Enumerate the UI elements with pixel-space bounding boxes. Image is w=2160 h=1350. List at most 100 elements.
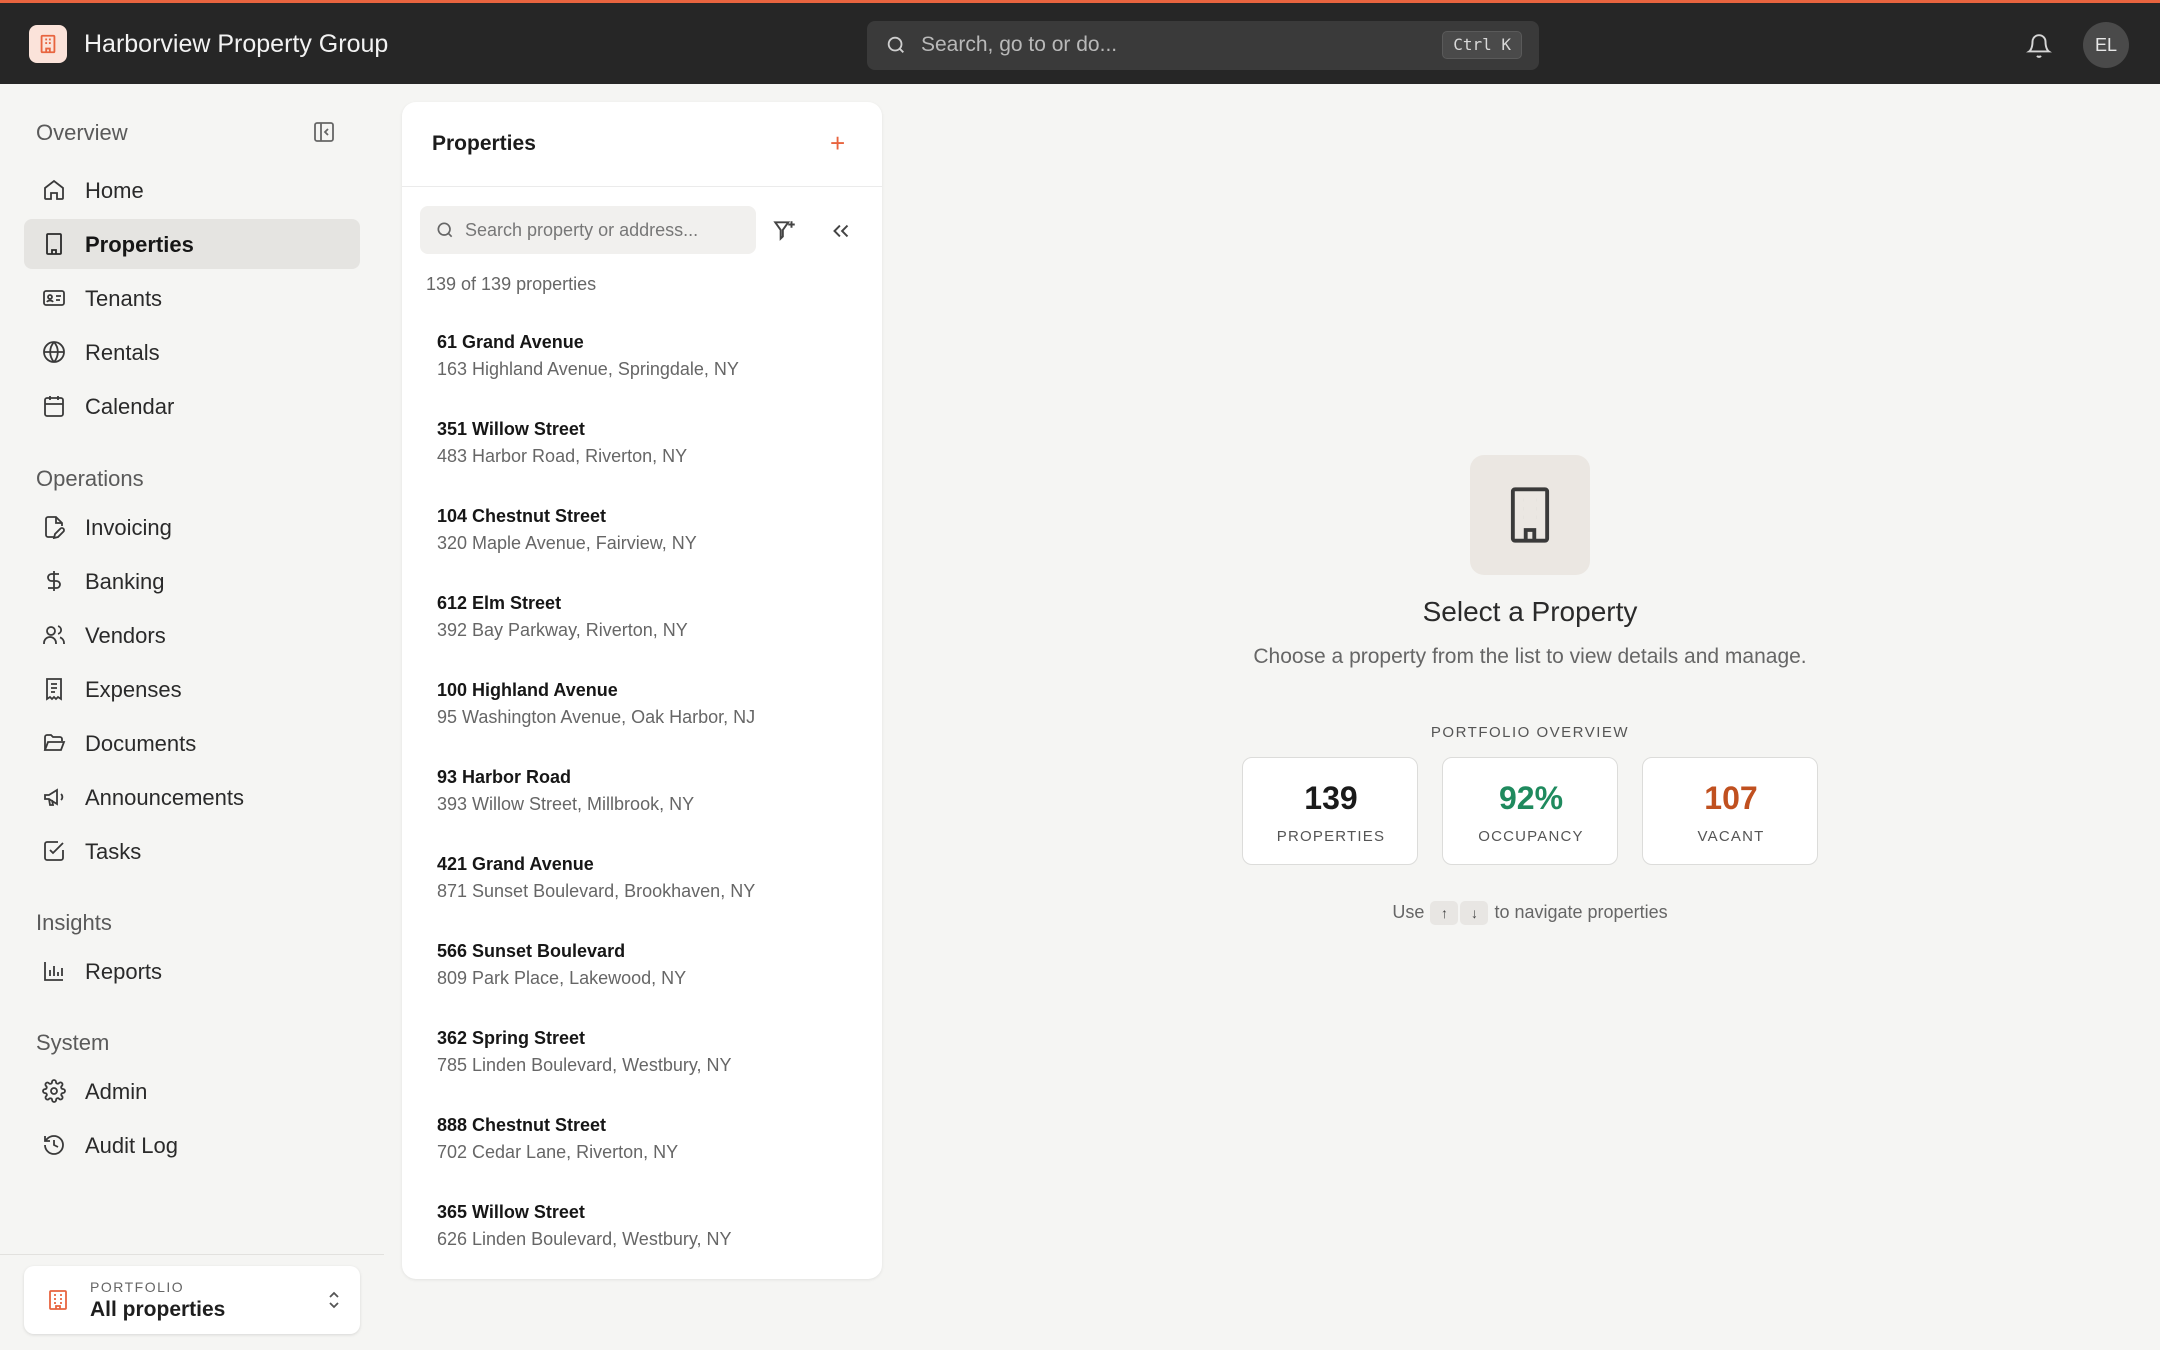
portfolio-overview-label: PORTFOLIO OVERVIEW (1430, 724, 1630, 741)
property-name: 365 Willow Street (437, 1202, 585, 1222)
sidebar-item-rentals[interactable]: Rentals (24, 327, 360, 377)
property-list-item[interactable]: 888 Chestnut Street 702 Cedar Lane, Rive… (402, 1115, 882, 1201)
property-name: 61 Grand Avenue (437, 332, 584, 352)
dollar-icon (42, 569, 66, 593)
sidebar-item-label: Documents (85, 731, 197, 756)
stat-card-occupancy: 92% OCCUPANCY (1442, 757, 1618, 865)
sidebar-collapse-icon[interactable] (312, 120, 336, 144)
sidebar-item-tasks[interactable]: Tasks (24, 826, 360, 876)
sidebar-item-documents[interactable]: Documents (24, 718, 360, 768)
sidebar-item-label: Properties (85, 232, 194, 257)
bell-icon[interactable] (2026, 33, 2052, 64)
megaphone-icon (42, 785, 66, 809)
stat-label: VACANT (1697, 828, 1765, 845)
bar-chart-icon (42, 959, 66, 983)
sidebar-item-label: Banking (85, 569, 165, 594)
check-square-icon (42, 839, 66, 863)
sidebar-item-expenses[interactable]: Expenses (24, 664, 360, 714)
property-address: 320 Maple Avenue, Fairview, NY (437, 533, 697, 553)
sidebar-item-label: Calendar (85, 394, 175, 419)
sidebar-item-audit-log[interactable]: Audit Log (24, 1120, 360, 1170)
global-search-input[interactable]: Search, go to or do... Ctrl K (867, 21, 1539, 70)
section-title-insights: Insights (36, 910, 112, 935)
building-placeholder-icon (1470, 455, 1590, 575)
top-bar: Harborview Property Group Search, go to … (0, 0, 2160, 84)
key-down-badge: ↓ (1460, 901, 1489, 925)
id-card-icon (42, 286, 66, 310)
sidebar-item-properties[interactable]: Properties (24, 219, 360, 269)
users-icon (42, 623, 66, 647)
file-pen-icon (42, 515, 66, 540)
portfolio-selector[interactable]: PORTFOLIO All properties (24, 1266, 360, 1334)
filter-add-icon[interactable] (772, 218, 798, 249)
stat-value: 107 (1704, 780, 1758, 816)
gear-icon (42, 1079, 66, 1103)
property-name: 100 Highland Avenue (437, 680, 618, 700)
sidebar-item-reports[interactable]: Reports (24, 946, 360, 996)
sidebar-item-label: Audit Log (85, 1133, 178, 1158)
sidebar-item-banking[interactable]: Banking (24, 556, 360, 606)
sidebar: Overview Home Properties Tenants Rentals… (0, 84, 384, 1350)
property-address: 626 Linden Boulevard, Westbury, NY (437, 1229, 732, 1249)
section-title-overview: Overview (36, 120, 128, 145)
global-search-placeholder: Search, go to or do... (921, 33, 1118, 56)
sidebar-item-label: Rentals (85, 340, 160, 365)
stat-card-vacant: 107 VACANT (1642, 757, 1818, 865)
property-list-item[interactable]: 351 Willow Street 483 Harbor Road, River… (402, 419, 882, 505)
sidebar-item-announcements[interactable]: Announcements (24, 772, 360, 822)
sidebar-item-label: Reports (85, 959, 163, 984)
hint-prefix: Use (1392, 901, 1425, 922)
portfolio-building-icon (46, 1288, 70, 1317)
sidebar-item-label: Expenses (85, 677, 182, 702)
section-title-system: System (36, 1030, 110, 1055)
calendar-icon (42, 394, 66, 418)
property-list-item[interactable]: 61 Grand Avenue 163 Highland Avenue, Spr… (402, 332, 882, 418)
hint-suffix: to navigate properties (1494, 901, 1668, 922)
sidebar-item-vendors[interactable]: Vendors (24, 610, 360, 660)
property-list-item[interactable]: 362 Spring Street 785 Linden Boulevard, … (402, 1028, 882, 1114)
property-list-item[interactable]: 566 Sunset Boulevard 809 Park Place, Lak… (402, 941, 882, 1027)
property-search-input[interactable]: Search property or address... (420, 206, 756, 254)
sidebar-divider (0, 1254, 384, 1255)
stat-label: OCCUPANCY (1478, 828, 1584, 845)
property-list-item[interactable]: 365 Willow Street 626 Linden Boulevard, … (402, 1202, 882, 1279)
property-search-placeholder: Search property or address... (465, 220, 699, 240)
portfolio-label: PORTFOLIO (90, 1279, 185, 1295)
property-address: 809 Park Place, Lakewood, NY (437, 968, 687, 988)
sidebar-item-label: Tenants (85, 286, 163, 311)
property-list-item[interactable]: 104 Chestnut Street 320 Maple Avenue, Fa… (402, 506, 882, 592)
receipt-icon (42, 677, 66, 701)
property-address: 483 Harbor Road, Riverton, NY (437, 446, 688, 466)
property-list-item[interactable]: 612 Elm Street 392 Bay Parkway, Riverton… (402, 593, 882, 679)
property-list-item[interactable]: 421 Grand Avenue 871 Sunset Boulevard, B… (402, 854, 882, 940)
stat-value: 92% (1498, 780, 1564, 816)
property-list-item[interactable]: 100 Highland Avenue 95 Washington Avenue… (402, 680, 882, 766)
sidebar-item-label: Invoicing (85, 515, 172, 540)
history-icon (42, 1133, 66, 1157)
search-shortcut-badge: Ctrl K (1442, 31, 1522, 59)
sidebar-item-home[interactable]: Home (24, 165, 360, 215)
property-address: 871 Sunset Boulevard, Brookhaven, NY (437, 881, 756, 901)
sidebar-item-admin[interactable]: Admin (24, 1066, 360, 1116)
stat-value: 139 (1304, 780, 1358, 816)
sidebar-item-tenants[interactable]: Tenants (24, 273, 360, 323)
property-address: 393 Willow Street, Millbrook, NY (437, 794, 695, 814)
empty-state-subtitle: Choose a property from the list to view … (1253, 645, 1807, 668)
property-name: 566 Sunset Boulevard (437, 941, 626, 961)
property-address: 785 Linden Boulevard, Westbury, NY (437, 1055, 732, 1075)
property-name: 888 Chestnut Street (437, 1115, 607, 1135)
property-count: 139 of 139 properties (426, 274, 597, 294)
user-avatar[interactable]: EL (2083, 22, 2129, 68)
sidebar-item-calendar[interactable]: Calendar (24, 381, 360, 431)
add-property-button[interactable]: + (830, 130, 845, 156)
brand-logo-icon[interactable] (29, 25, 67, 63)
folder-open-icon (42, 731, 66, 755)
stat-card-properties: 139 PROPERTIES (1242, 757, 1418, 865)
property-list-item[interactable]: 93 Harbor Road 393 Willow Street, Millbr… (402, 767, 882, 853)
property-name: 104 Chestnut Street (437, 506, 607, 526)
collapse-panel-icon[interactable] (828, 218, 854, 249)
sidebar-item-invoicing[interactable]: Invoicing (24, 502, 360, 552)
sidebar-item-label: Home (85, 178, 144, 203)
sidebar-item-label: Tasks (85, 839, 142, 864)
empty-state-title: Select a Property (1422, 596, 1638, 627)
